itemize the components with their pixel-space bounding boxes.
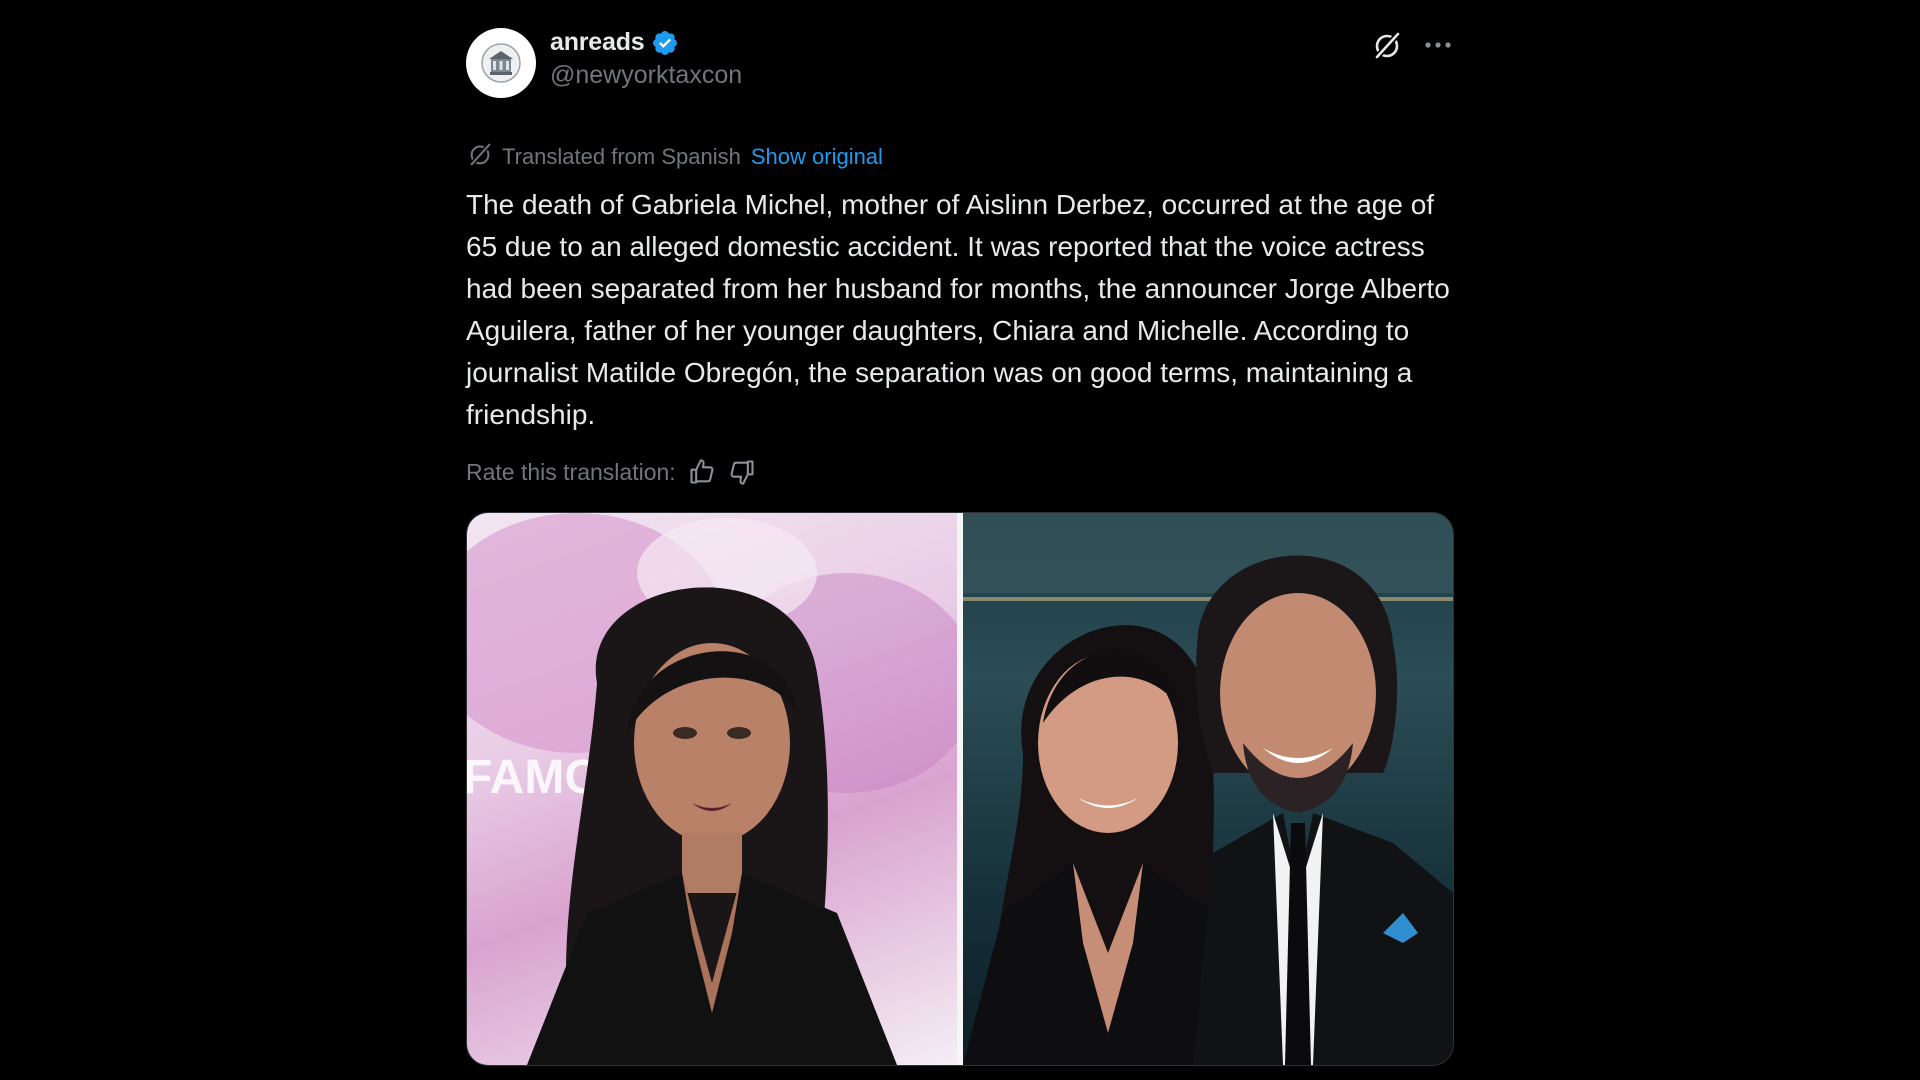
backdrop-text: FAMC xyxy=(467,751,599,804)
grok-slash-icon[interactable] xyxy=(1372,30,1402,60)
rate-translation-label: Rate this translation: xyxy=(466,458,676,485)
translated-label: Translated from Spanish xyxy=(502,144,741,169)
rate-translation: Rate this translation: xyxy=(466,458,1452,486)
show-original-link[interactable]: Show original xyxy=(751,144,883,170)
avatar[interactable] xyxy=(466,28,536,98)
author-display-name[interactable]: anreads xyxy=(550,28,645,57)
translate-icon xyxy=(466,140,494,174)
header-actions xyxy=(1372,30,1452,60)
author-info: anreads @newyorktaxcon xyxy=(550,28,742,90)
translation-notice: Translated from Spanish Show original xyxy=(466,140,1452,174)
more-options-icon[interactable] xyxy=(1424,40,1452,50)
avatar-logo-icon xyxy=(481,43,521,83)
post-header: anreads @newyorktaxcon xyxy=(466,24,1452,100)
thumbs-down-icon[interactable] xyxy=(728,458,756,486)
couple-portrait-photo[interactable] xyxy=(963,513,1453,1065)
thumbs-up-icon[interactable] xyxy=(688,458,716,486)
verified-badge-icon xyxy=(651,29,679,57)
post-media[interactable]: FAMC xyxy=(466,512,1454,1066)
woman-portrait-photo[interactable]: FAMC xyxy=(467,513,957,1065)
post-card: anreads @newyorktaxcon Translated from S… xyxy=(466,24,1454,1066)
author-handle[interactable]: @newyorktaxcon xyxy=(550,61,742,90)
post-text: The death of Gabriela Michel, mother of … xyxy=(466,189,1450,430)
